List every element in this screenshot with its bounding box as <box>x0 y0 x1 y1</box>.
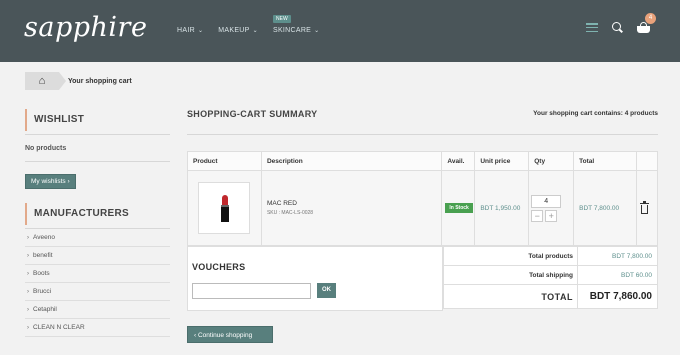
chevron-right-icon: › <box>27 289 29 295</box>
grand-total-row: TOTAL BDT 7,860.00 <box>443 284 658 309</box>
chevron-left-icon: ‹ <box>194 332 197 339</box>
chevron-down-icon: ⌄ <box>314 28 320 34</box>
product-sku: SKU : MAC-LS-0028 <box>266 210 314 216</box>
product-image[interactable] <box>198 182 250 234</box>
manufacturers-title: MANUFACTURERS <box>25 203 170 225</box>
manufacturer-item[interactable]: › benefit <box>25 247 170 265</box>
total-shipping-value: BDT 60.00 <box>577 265 658 285</box>
wishlist-block: WISHLIST No products My wishlists › <box>25 109 170 189</box>
chevron-right-icon: › <box>27 307 29 313</box>
grand-total-label: TOTAL <box>443 284 578 309</box>
delete-cell <box>636 170 658 246</box>
chevron-right-icon: › <box>27 235 29 241</box>
new-badge: NEW <box>273 15 291 23</box>
voucher-panel <box>187 246 443 311</box>
lipstick-image <box>221 195 229 222</box>
breadcrumb-current: Your shopping cart <box>68 77 132 85</box>
col-description: Description <box>260 151 443 171</box>
chevron-down-icon: ⌄ <box>252 28 258 34</box>
total-products-label: Total products <box>443 246 578 266</box>
totals-table: Total products BDT 7,800.00 Total shippi… <box>443 246 658 309</box>
cart-summary-text: Your shopping cart contains: 4 products <box>533 110 658 117</box>
home-icon: ⌂ <box>38 75 46 87</box>
quantity-input[interactable]: 4 <box>531 194 562 208</box>
nav-makeup[interactable]: MAKEUP ⌄ <box>218 27 258 34</box>
chevron-right-icon: › <box>27 325 29 331</box>
total-shipping-row: Total shipping BDT 60.00 <box>443 265 658 285</box>
product-description-cell: MAC RED SKU : MAC-LS-0028 <box>260 170 443 246</box>
unit-price: BDT 1,950.00 <box>480 204 521 212</box>
wishlist-empty-text: No products <box>25 135 170 162</box>
qty-plus-button[interactable]: + <box>545 209 558 222</box>
col-product: Product <box>187 151 262 171</box>
quantity-stepper: − + <box>531 209 573 222</box>
chevron-right-icon: › <box>27 271 29 277</box>
my-wishlists-button[interactable]: My wishlists › <box>25 174 76 189</box>
site-logo[interactable]: sapphire <box>24 12 147 43</box>
trash-icon[interactable] <box>640 201 649 214</box>
page-title: SHOPPING-CART SUMMARY <box>187 109 318 119</box>
product-image-cell <box>187 170 262 246</box>
divider <box>187 134 658 135</box>
total-products-row: Total products BDT 7,800.00 <box>443 246 658 266</box>
line-total: BDT 7,800.00 <box>579 204 620 212</box>
chevron-right-icon: › <box>67 178 70 185</box>
wishlist-title: WISHLIST <box>25 109 170 131</box>
col-delete <box>636 151 658 171</box>
continue-shopping-button[interactable]: ‹ Continue shopping <box>187 326 273 343</box>
grand-total-value: BDT 7,860.00 <box>577 284 658 309</box>
cart-table: Product Description Avail. Unit price Qt… <box>187 151 658 246</box>
main-nav: HAIR ⌄ MAKEUP ⌄ SKINCARE ⌄ <box>177 27 334 34</box>
chevron-right-icon: › <box>27 253 29 259</box>
search-icon[interactable] <box>612 22 623 33</box>
total-shipping-label: Total shipping <box>443 265 578 285</box>
qty-cell: 4 − + <box>528 170 575 246</box>
cart-count-badge: 4 <box>645 13 656 24</box>
unit-price-cell: BDT 1,950.00 <box>474 170 530 246</box>
manufacturer-item[interactable]: › Aveeno <box>25 229 170 247</box>
table-header-row: Product Description Avail. Unit price Qt… <box>187 151 658 171</box>
col-total: Total <box>573 151 637 171</box>
manufacturer-item[interactable]: › CLEAN N CLEAR <box>25 319 170 337</box>
total-products-value: BDT 7,800.00 <box>577 246 658 266</box>
col-qty: Qty <box>528 151 575 171</box>
manufacturers-block: MANUFACTURERS › Aveeno › benefit › Boots › B… <box>25 203 170 337</box>
nav-skincare[interactable]: SKINCARE ⌄ <box>273 27 320 34</box>
col-availability: Avail. <box>441 151 476 171</box>
col-unit-price: Unit price <box>474 151 530 171</box>
breadcrumb-home[interactable]: ⌂ <box>25 72 66 90</box>
product-name[interactable]: MAC RED <box>262 200 441 207</box>
basket-icon[interactable]: 4 <box>637 13 656 33</box>
in-stock-badge: In Stock <box>445 203 473 213</box>
header-icons: 4 <box>586 13 656 33</box>
manufacturer-item[interactable]: › Brucci <box>25 283 170 301</box>
site-header: sapphire HAIR ⌄ MAKEUP ⌄ SKINCARE ⌄ NEW 4 <box>0 0 680 62</box>
voucher-ok-button[interactable]: OK <box>317 283 336 298</box>
line-total-cell: BDT 7,800.00 <box>573 170 637 246</box>
voucher-input[interactable] <box>192 283 311 299</box>
manufacturer-item[interactable]: › Boots <box>25 265 170 283</box>
vouchers-title: VOUCHERS <box>192 262 246 272</box>
table-row: MAC RED SKU : MAC-LS-0028 In Stock BDT 1… <box>187 170 658 246</box>
chevron-down-icon: ⌄ <box>197 28 204 34</box>
availability-cell: In Stock <box>441 170 476 246</box>
manufacturers-list: › Aveeno › benefit › Boots › Brucci › Cetaphi… <box>25 229 170 337</box>
manufacturer-item[interactable]: › Cetaphil <box>25 301 170 319</box>
breadcrumb: ⌂ Your shopping cart <box>25 72 132 90</box>
hamburger-icon[interactable] <box>586 23 598 32</box>
qty-minus-button[interactable]: − <box>531 209 544 222</box>
nav-hair[interactable]: HAIR ⌄ <box>177 27 203 34</box>
